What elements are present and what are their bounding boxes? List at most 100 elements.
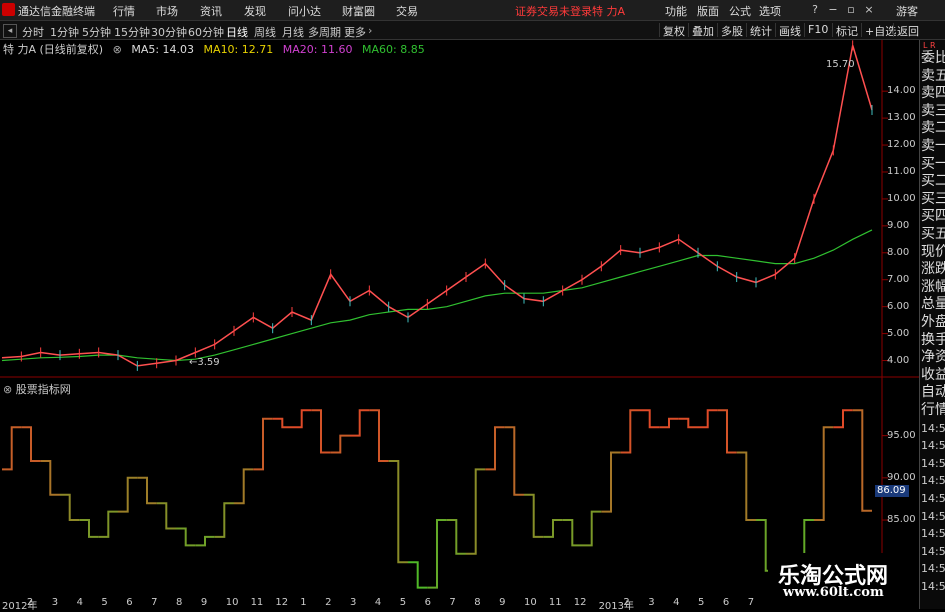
time-tick-label: 4	[673, 597, 680, 608]
period-monthly[interactable]: 月线	[282, 24, 304, 40]
side-panel-item[interactable]: 14:50	[921, 543, 945, 560]
help-icon[interactable]: ?	[808, 3, 822, 16]
top-stock-name: 特 力A	[592, 5, 626, 18]
side-panel-item[interactable]: 行情	[921, 402, 945, 419]
side-panel-item[interactable]: 卖五	[921, 68, 945, 85]
indicator-segment	[562, 519, 582, 547]
draw-line-button[interactable]: 画线	[775, 23, 801, 38]
menu-item-ask[interactable]: 问小达	[288, 3, 321, 19]
menu-function[interactable]: 功能	[665, 3, 687, 19]
side-panel-item[interactable]: 外盘	[921, 314, 945, 331]
time-tick-label: 8	[474, 597, 481, 608]
side-panel-item[interactable]: 14:50	[921, 420, 945, 437]
side-panel-item[interactable]: 14:50	[921, 455, 945, 472]
time-tick-label: 6	[126, 597, 133, 608]
menu-item-quotes[interactable]: 行情	[113, 3, 135, 19]
f10-button[interactable]: F10	[804, 23, 828, 37]
side-panel-item[interactable]: 涨幅	[921, 279, 945, 296]
menu-options[interactable]: 选项	[759, 3, 781, 19]
side-panel-item[interactable]: 净资	[921, 349, 945, 366]
period-30min[interactable]: 30分钟	[151, 24, 187, 40]
time-tick-label: 12	[573, 597, 587, 608]
side-panel-item[interactable]: 现价	[921, 244, 945, 261]
side-panel-item[interactable]: 14:50	[921, 508, 945, 525]
add-watchlist-button[interactable]: +自选	[861, 23, 896, 38]
period-toolbar: ◂ 分时 1分钟 5分钟 15分钟 30分钟 60分钟 日线 周线 月线 多周期…	[0, 21, 945, 40]
menu-item-wealth[interactable]: 财富圈	[342, 3, 375, 19]
guest-user[interactable]: 游客	[896, 3, 918, 19]
login-status[interactable]: 证券交易未登录	[515, 3, 592, 19]
side-panel-item[interactable]: 涨跌	[921, 261, 945, 278]
side-panel-item[interactable]: 14:50	[921, 525, 945, 542]
close-icon[interactable]: ×	[862, 3, 876, 16]
side-panel-item[interactable]: 卖二	[921, 120, 945, 137]
low-price-mark: ←3.59	[189, 357, 220, 368]
side-panel-item[interactable]: 卖一	[921, 138, 945, 155]
side-panel-item[interactable]: 总量	[921, 296, 945, 313]
stock-chart[interactable]	[0, 40, 919, 609]
menu-item-news[interactable]: 资讯	[200, 3, 222, 19]
side-panel-item[interactable]: 买四	[921, 208, 945, 225]
time-tick-label: 3	[350, 597, 357, 608]
side-panel-item[interactable]: 买五	[921, 226, 945, 243]
period-15min[interactable]: 15分钟	[114, 24, 150, 40]
side-panel-item[interactable]: 14:50	[921, 490, 945, 507]
side-panel-item[interactable]: 14:50	[921, 578, 945, 595]
side-panel-item[interactable]: 换手	[921, 332, 945, 349]
app-logo-icon	[2, 3, 15, 16]
statistics-button[interactable]: 统计	[746, 23, 772, 38]
side-panel-item[interactable]: 委比	[921, 50, 945, 67]
menu-bar: 通达信金融终端 行情 市场 资讯 发现 问小达 财富圈 交易 证券交易未登录 特…	[0, 0, 945, 21]
multi-stock-button[interactable]: 多股	[717, 23, 743, 38]
side-panel-item[interactable]: 买一	[921, 156, 945, 173]
indicator-segment	[176, 527, 196, 547]
indicator-title-text: 股票指标网	[15, 383, 71, 396]
side-panel-item[interactable]: 收益	[921, 367, 945, 384]
side-panel-item[interactable]: 买二	[921, 173, 945, 190]
back-button[interactable]: 返回	[893, 23, 919, 38]
side-panel-item[interactable]: 14:50	[921, 472, 945, 489]
period-daily[interactable]: 日线	[226, 24, 248, 40]
quote-side-panel: L R 委比 卖五 卖四 卖三 卖二 卖一 买一 买二 买三 买四 买五 现价 涨跌 涨幅 总量 外盘 换手 净资…	[919, 40, 945, 609]
indicator-segment	[504, 426, 524, 496]
restore-rights-button[interactable]: 复权	[659, 23, 685, 38]
indicator-segment	[40, 460, 60, 496]
time-tick-label: 2	[325, 597, 332, 608]
menu-layout[interactable]: 版面	[697, 3, 719, 19]
price-tick-label: 9.00	[887, 219, 910, 231]
maximize-icon[interactable]: ▫	[844, 3, 858, 16]
high-price-mark: 15.70	[826, 59, 855, 70]
indicator-segment	[79, 519, 99, 538]
side-panel-item[interactable]: 买三	[921, 191, 945, 208]
period-multi[interactable]: 多周期	[308, 24, 341, 40]
side-panel-item[interactable]: 卖四	[921, 85, 945, 102]
side-panel-item[interactable]: 卖三	[921, 103, 945, 120]
time-tick-label: 10	[225, 597, 239, 608]
indicator-segment	[350, 409, 370, 437]
period-more[interactable]: 更多	[344, 24, 366, 40]
indicator-tick-label: 85.00	[887, 514, 916, 526]
indicator-current-value: 86.09	[875, 485, 909, 497]
chevron-left-icon[interactable]: ◂	[3, 24, 17, 38]
chevron-right-icon[interactable]: ›	[368, 24, 372, 37]
ma60-line	[1, 229, 873, 362]
menu-item-market[interactable]: 市场	[156, 3, 178, 19]
menu-item-trade[interactable]: 交易	[396, 3, 418, 19]
minimize-icon[interactable]: −	[826, 3, 840, 16]
period-intraday[interactable]: 分时	[22, 24, 44, 40]
side-panel-item[interactable]: 14:50	[921, 437, 945, 454]
period-weekly[interactable]: 周线	[254, 24, 276, 40]
period-1min[interactable]: 1分钟	[50, 24, 79, 40]
panel-corner-label[interactable]: L R	[923, 41, 936, 50]
side-panel-item[interactable]: 自动	[921, 384, 945, 401]
overlay-button[interactable]: 叠加	[688, 23, 714, 38]
indicator-segment	[620, 409, 640, 454]
time-tick-label: 11	[548, 597, 562, 608]
menu-item-discover[interactable]: 发现	[244, 3, 266, 19]
indicator-settings-icon[interactable]: ⊗	[3, 383, 12, 396]
menu-formula[interactable]: 公式	[729, 3, 751, 19]
period-5min[interactable]: 5分钟	[82, 24, 111, 40]
period-60min[interactable]: 60分钟	[188, 24, 224, 40]
side-panel-item[interactable]: 14:50	[921, 560, 945, 577]
mark-button[interactable]: 标记	[832, 23, 858, 38]
